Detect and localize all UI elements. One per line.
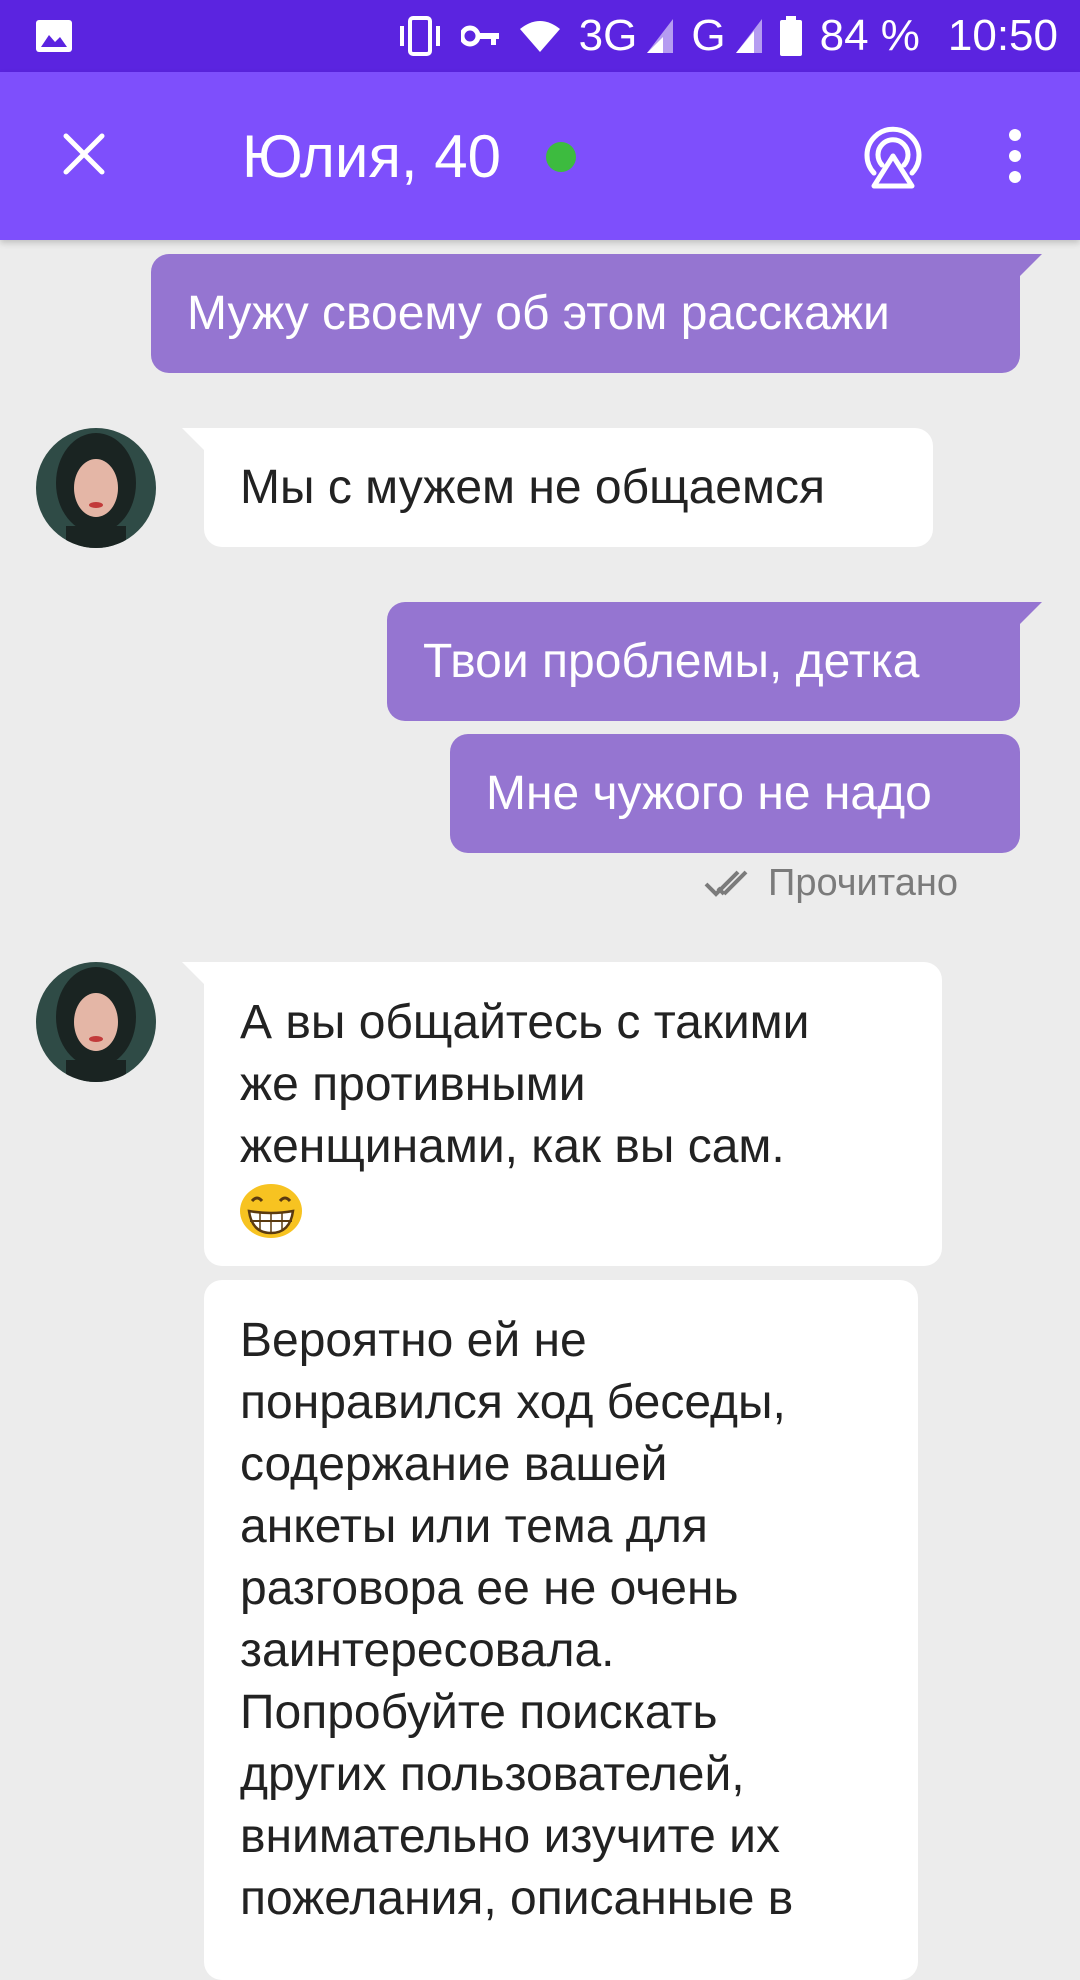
message-line: содержание вашей bbox=[240, 1438, 668, 1491]
read-status: Прочитано bbox=[704, 858, 958, 908]
stream-icon bbox=[864, 126, 922, 189]
clock: 10:50 bbox=[947, 11, 1058, 60]
incoming-message[interactable]: А вы общайтесь с такими же противными же… bbox=[204, 962, 942, 1266]
grinning-face-emoji bbox=[240, 1184, 302, 1239]
avatar[interactable] bbox=[36, 428, 156, 548]
message-line: других пользователей, bbox=[240, 1748, 745, 1801]
message-text: Мне чужого не надо bbox=[486, 766, 932, 820]
message-text: Твои проблемы, детка bbox=[423, 634, 920, 688]
more-options-button[interactable] bbox=[990, 118, 1040, 194]
message-line: заинтересовала. bbox=[240, 1624, 615, 1677]
battery-percent: 84 % bbox=[819, 11, 920, 60]
signal-icon bbox=[647, 19, 674, 53]
incoming-message[interactable]: Мы с мужем не общаемся bbox=[204, 428, 933, 547]
message-line: анкеты или тема для bbox=[240, 1500, 708, 1553]
online-indicator bbox=[546, 142, 576, 172]
incoming-message[interactable]: Вероятно ей не понравился ход беседы, со… bbox=[204, 1280, 918, 1980]
avatar[interactable] bbox=[36, 962, 156, 1082]
close-icon bbox=[63, 133, 105, 175]
double-check-icon bbox=[704, 868, 758, 898]
network-type-1: 3G bbox=[578, 11, 638, 60]
signal-icon bbox=[735, 19, 762, 53]
message-text: Мы с мужем не общаемся bbox=[240, 460, 825, 514]
more-vert-icon bbox=[1009, 129, 1021, 183]
message-line: разговора ее не очень bbox=[240, 1562, 739, 1615]
status-bar: 3G G 84 % 10:50 bbox=[0, 0, 1080, 72]
stream-button[interactable] bbox=[854, 116, 932, 196]
outgoing-message[interactable]: Мне чужого не надо bbox=[450, 734, 1020, 853]
outgoing-message[interactable]: Мужу своему об этом расскажи bbox=[151, 254, 1020, 373]
bubble-tail bbox=[1020, 254, 1042, 276]
read-status-label: Прочитано bbox=[768, 861, 958, 904]
message-line: понравился ход беседы, bbox=[240, 1376, 786, 1429]
network-type-2: G bbox=[691, 11, 726, 60]
message-line: женщинами, как вы сам. bbox=[240, 1120, 785, 1173]
close-button[interactable] bbox=[52, 122, 116, 186]
vpn-key-icon bbox=[460, 21, 501, 51]
bubble-tail bbox=[1020, 602, 1042, 624]
bubble-tail bbox=[182, 962, 204, 984]
message-line: же противными bbox=[240, 1058, 586, 1111]
vibrate-icon bbox=[397, 16, 443, 56]
message-text: Мужу своему об этом расскажи bbox=[187, 286, 890, 340]
message-line: А вы общайтесь с такими bbox=[240, 996, 810, 1049]
bubble-tail bbox=[182, 428, 204, 450]
message-line: внимательно изучите их bbox=[240, 1810, 780, 1863]
chat-title[interactable]: Юлия, 40 bbox=[242, 72, 501, 240]
app-bar: Юлия, 40 bbox=[0, 72, 1080, 240]
battery-icon bbox=[779, 16, 802, 56]
message-line: пожелания, описанные в bbox=[240, 1872, 794, 1925]
wifi-icon bbox=[519, 19, 561, 53]
message-line: Попробуйте поискать bbox=[240, 1686, 718, 1739]
gallery-icon bbox=[36, 20, 72, 52]
message-line: Вероятно ей не bbox=[240, 1314, 587, 1367]
outgoing-message[interactable]: Твои проблемы, детка bbox=[387, 602, 1020, 721]
